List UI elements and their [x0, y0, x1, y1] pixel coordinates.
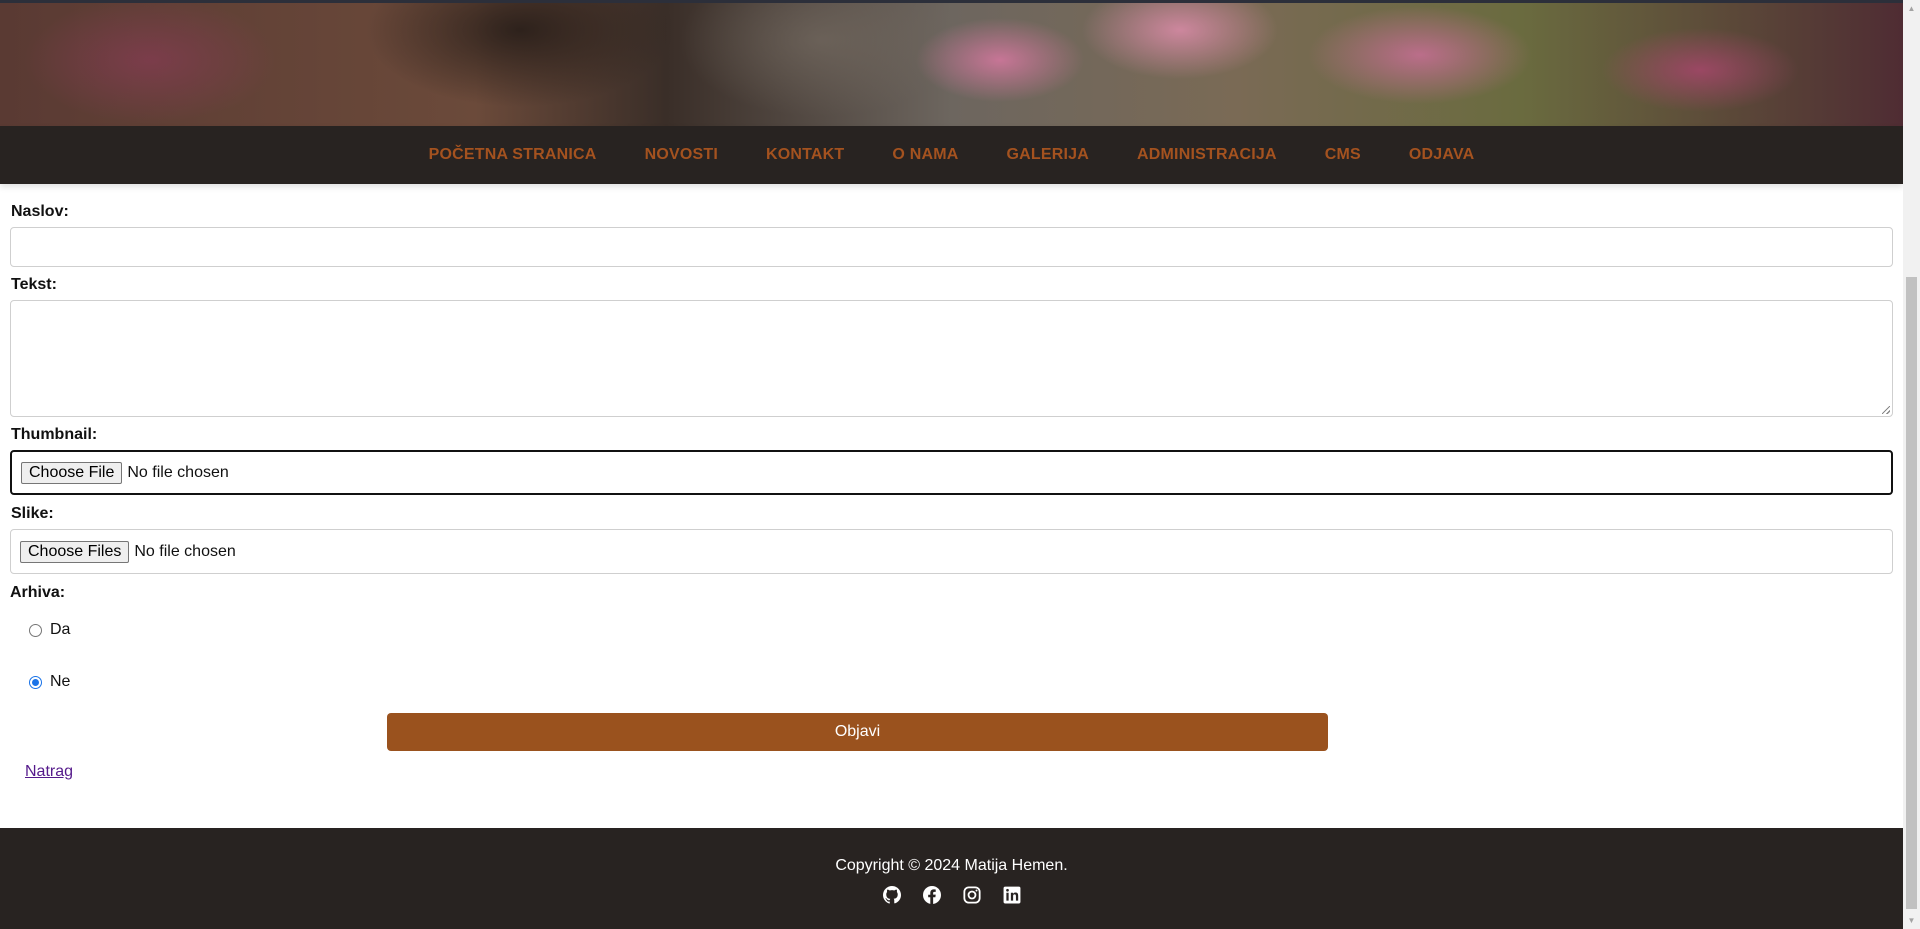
nav-link-novosti[interactable]: NOVOSTI: [645, 146, 718, 164]
page: POČETNA STRANICA NOVOSTI KONTAKT O NAMA …: [0, 0, 1903, 929]
nav-link-kontakt[interactable]: KONTAKT: [766, 146, 844, 164]
social-links: [0, 885, 1903, 905]
scrollbar-thumb[interactable]: [1906, 277, 1917, 909]
nav-link-cms[interactable]: CMS: [1325, 146, 1361, 164]
text-textarea[interactable]: [10, 300, 1893, 417]
images-choose-files-button[interactable]: Choose Files: [20, 540, 130, 563]
archive-option-da-label: Da: [50, 621, 71, 638]
archive-radio-ne[interactable]: [29, 675, 42, 689]
main-navigation: POČETNA STRANICA NOVOSTI KONTAKT O NAMA …: [0, 126, 1903, 184]
nav-link-o-nama[interactable]: O NAMA: [892, 146, 958, 164]
archive-option-ne-label: Ne: [50, 673, 71, 690]
nav-link-galerija[interactable]: GALERIJA: [1007, 146, 1090, 164]
images-file-input[interactable]: Choose Files No file chosen: [10, 529, 1893, 574]
images-file-status: No file chosen: [134, 542, 236, 560]
thumbnail-label: Thumbnail:: [11, 426, 98, 443]
text-label: Tekst:: [11, 276, 57, 293]
title-input[interactable]: [10, 227, 1893, 267]
scroll-up-arrow-icon[interactable]: ▲: [1903, 0, 1920, 17]
thumbnail-file-input[interactable]: Choose File No file chosen: [10, 450, 1893, 495]
thumbnail-file-status: No file chosen: [127, 463, 229, 481]
thumbnail-file-row: Choose File No file chosen: [12, 452, 1891, 493]
thumbnail-choose-file-button[interactable]: Choose File: [21, 461, 123, 484]
archive-option-ne[interactable]: Ne: [29, 673, 70, 691]
images-file-row: Choose Files No file chosen: [11, 530, 1892, 573]
linkedin-icon[interactable]: [1002, 885, 1022, 905]
images-label: Slike:: [11, 505, 54, 522]
textarea-resize-handle[interactable]: [1882, 406, 1890, 414]
scroll-down-arrow-icon[interactable]: ▼: [1903, 912, 1920, 929]
archive-radio-da[interactable]: [29, 623, 42, 637]
archive-option-da[interactable]: Da: [29, 621, 70, 639]
facebook-icon[interactable]: [922, 885, 942, 905]
back-link[interactable]: Natrag: [25, 763, 73, 781]
vertical-scrollbar[interactable]: ▲ ▼: [1903, 0, 1920, 929]
github-icon[interactable]: [882, 885, 902, 905]
nav-link-odjava[interactable]: ODJAVA: [1409, 146, 1475, 164]
nav-link-administracija[interactable]: ADMINISTRACIJA: [1137, 146, 1277, 164]
nav-link-pocetna[interactable]: POČETNA STRANICA: [429, 146, 597, 164]
publish-button[interactable]: Objavi: [387, 713, 1328, 751]
instagram-icon[interactable]: [962, 885, 982, 905]
archive-label: Arhiva:: [10, 584, 66, 601]
footer: Copyright © 2024 Matija Hemen.: [0, 828, 1903, 929]
banner-top-border: [0, 0, 1903, 3]
title-label: Naslov:: [11, 203, 69, 220]
header-banner-image: [0, 0, 1903, 126]
copyright-text: Copyright © 2024 Matija Hemen.: [835, 857, 1068, 874]
